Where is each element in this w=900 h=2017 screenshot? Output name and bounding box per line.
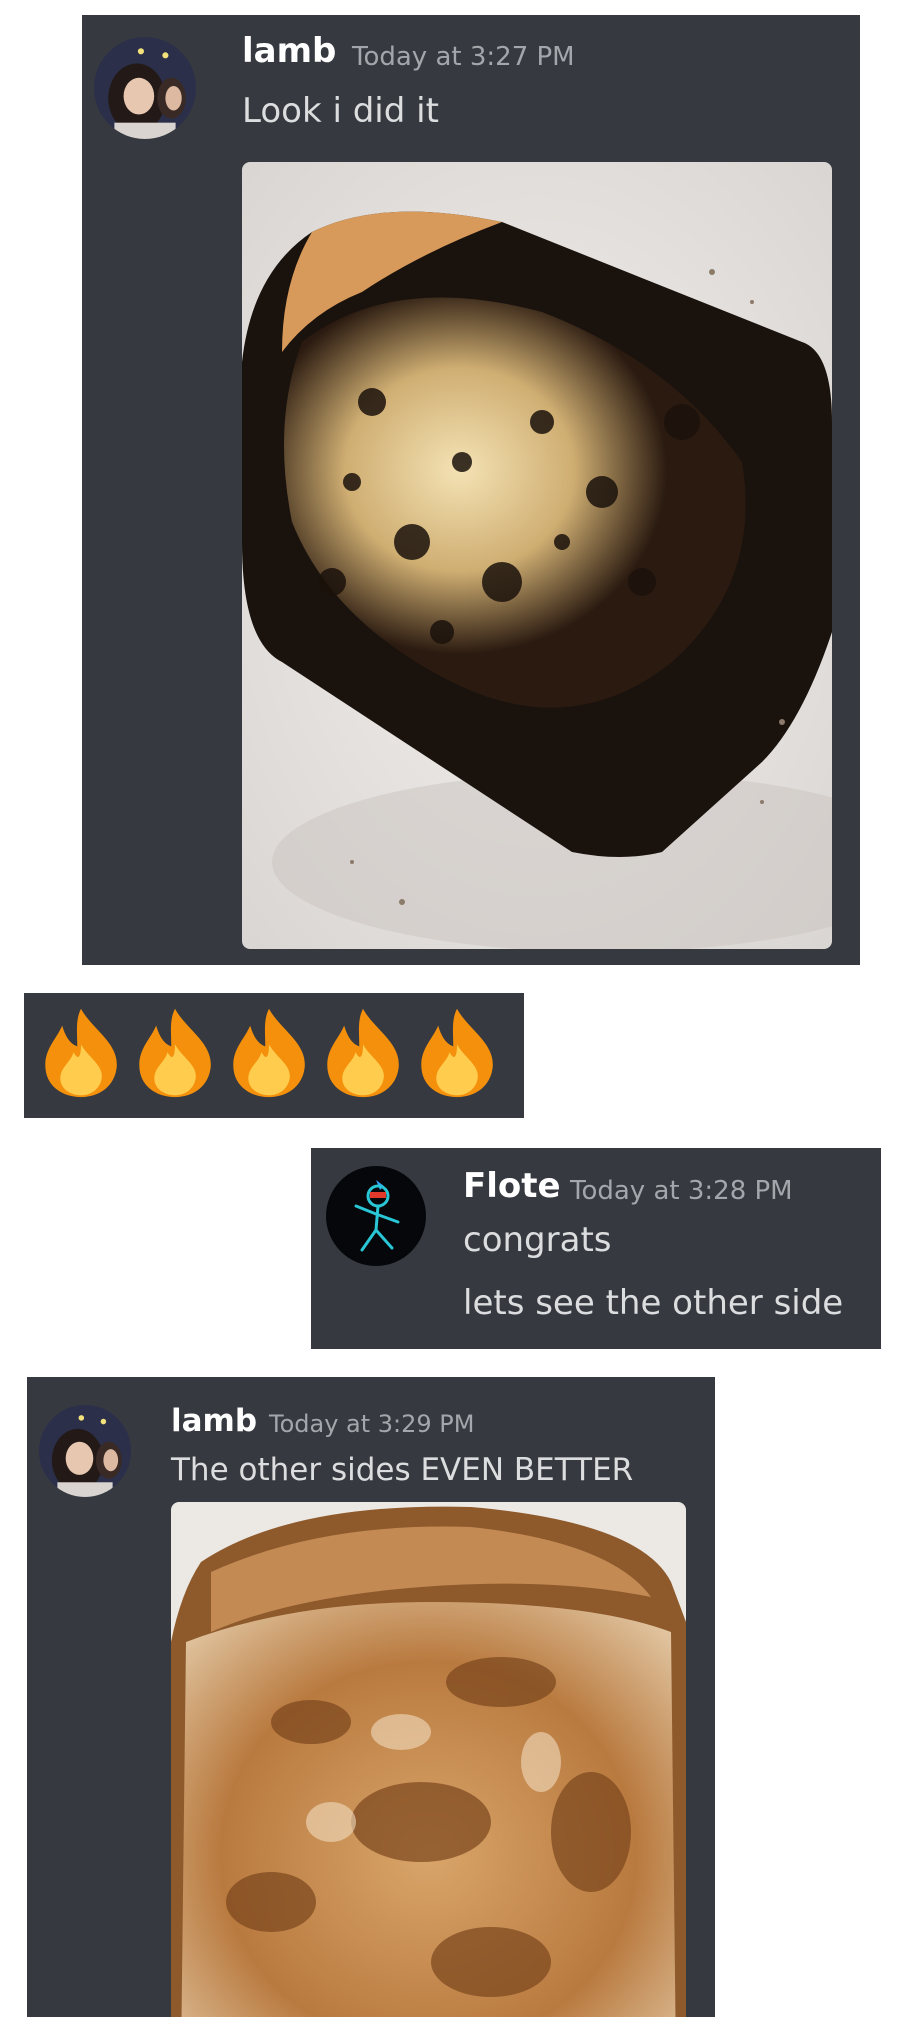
fire-emoji-icon	[222, 1005, 316, 1099]
message-text: Look i did it	[242, 91, 439, 131]
username[interactable]: Flote	[463, 1166, 561, 1206]
user-avatar[interactable]	[39, 1405, 131, 1497]
burnt-toast-image[interactable]	[242, 162, 832, 949]
fire-emoji-icon	[34, 1005, 128, 1099]
fire-emoji-icon	[316, 1005, 410, 1099]
message-timestamp: Today at 3:27 PM	[352, 42, 575, 72]
message-card-lamb-1: lamb Today at 3:27 PM Look i did it	[82, 15, 860, 965]
emoji-reaction-bar	[24, 993, 524, 1118]
user-avatar[interactable]	[94, 37, 196, 139]
toasted-bread-image[interactable]	[171, 1502, 686, 2017]
username[interactable]: lamb	[242, 31, 336, 71]
message-timestamp: Today at 3:29 PM	[269, 1410, 475, 1438]
username[interactable]: lamb	[171, 1403, 257, 1439]
message-text: congrats	[463, 1220, 612, 1260]
message-text: The other sides EVEN BETTER	[171, 1452, 634, 1488]
message-card-flote: Flote Today at 3:28 PM congrats lets see…	[311, 1148, 881, 1349]
message-text: lets see the other side	[463, 1283, 844, 1323]
user-avatar[interactable]	[326, 1166, 426, 1266]
message-timestamp: Today at 3:28 PM	[570, 1176, 793, 1206]
message-card-lamb-2: lamb Today at 3:29 PM The other sides EV…	[27, 1377, 715, 2017]
fire-emoji-icon	[128, 1005, 222, 1099]
fire-emoji-icon	[410, 1005, 504, 1099]
